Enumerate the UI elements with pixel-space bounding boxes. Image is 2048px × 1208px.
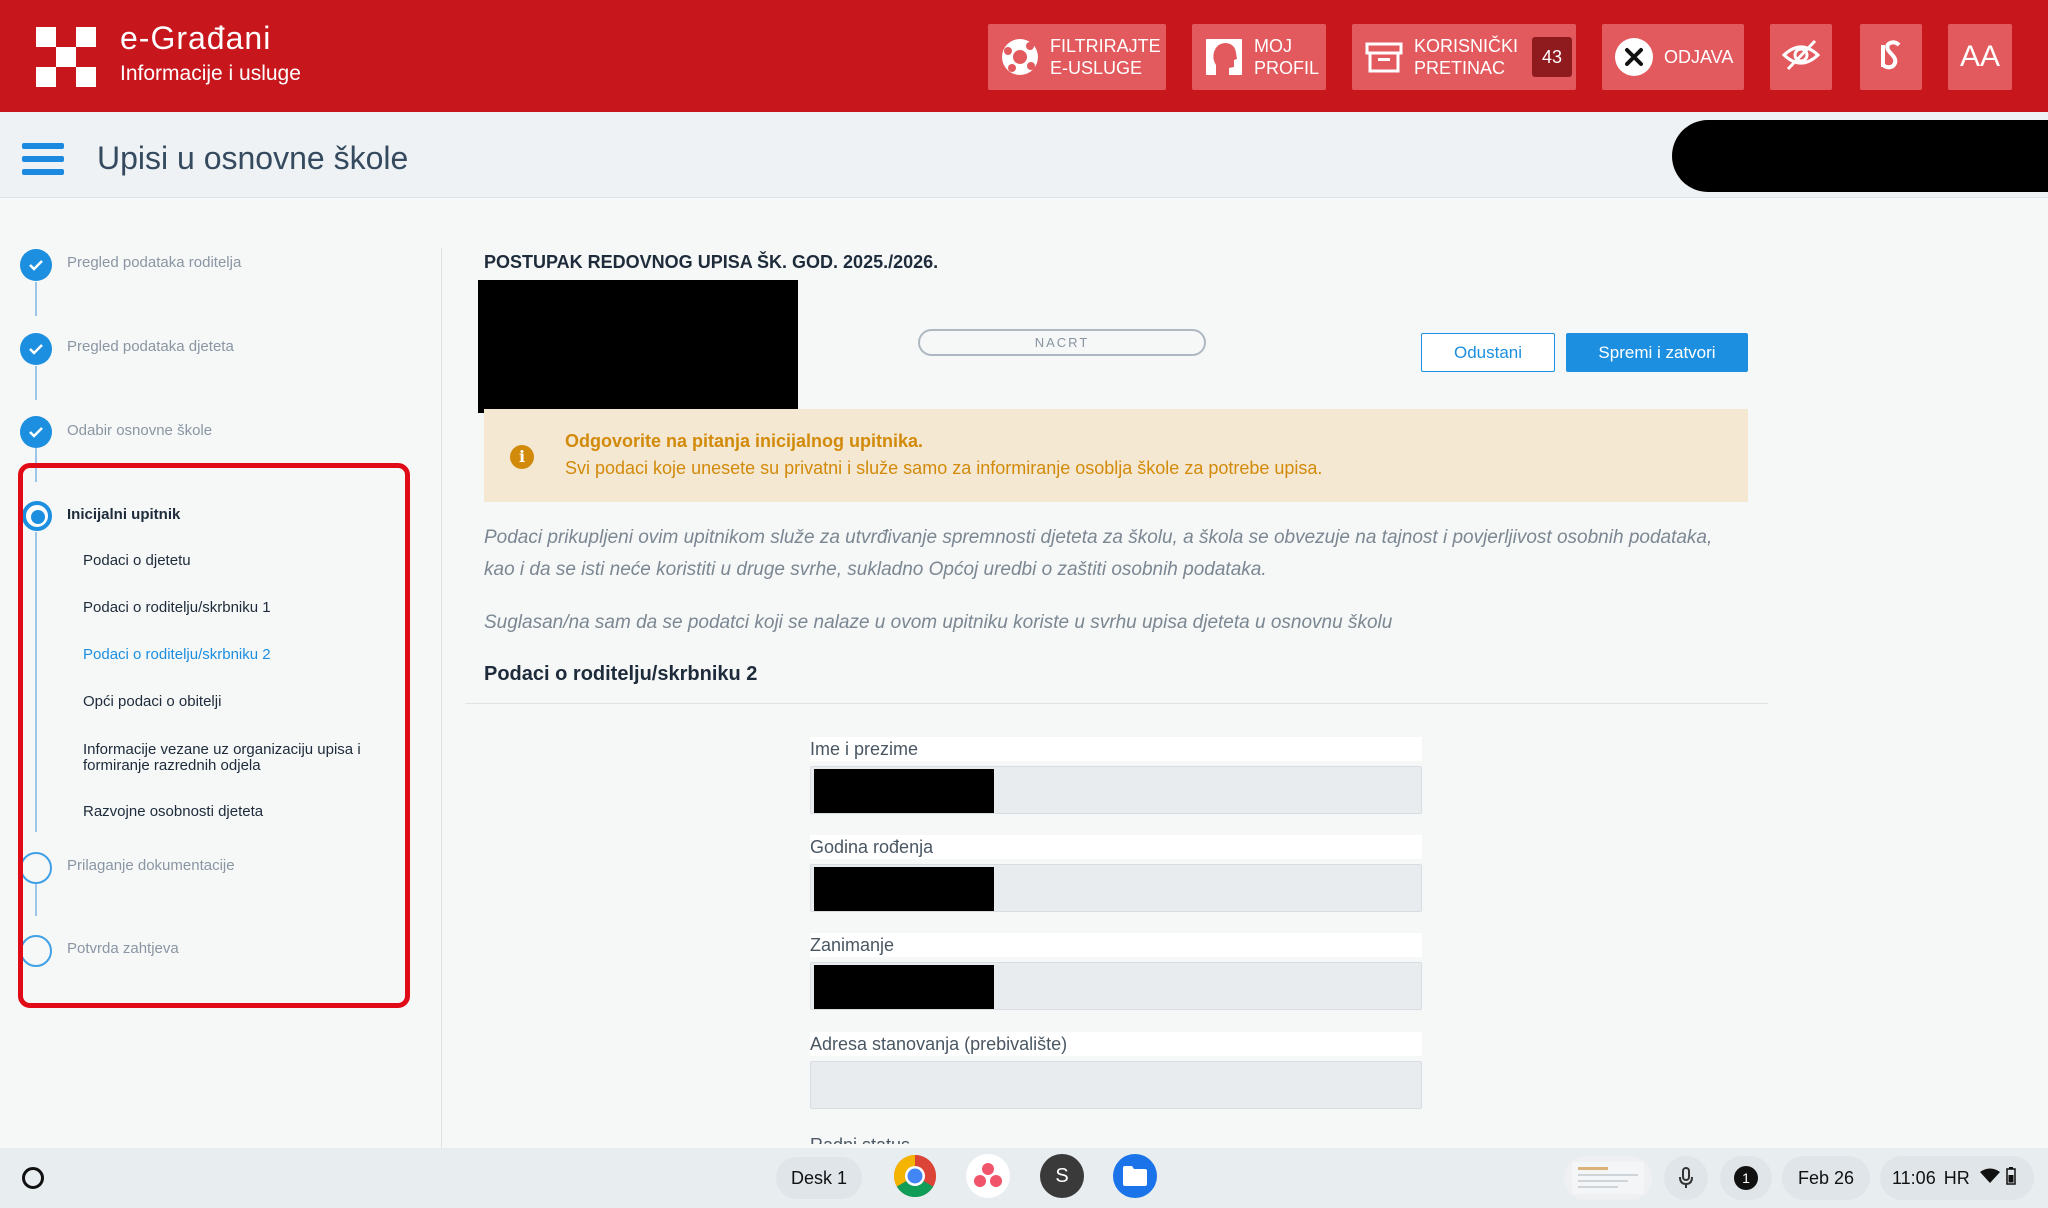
accessibility-visibility-button[interactable] <box>1770 24 1832 90</box>
launcher-icon[interactable] <box>22 1167 44 1189</box>
field-label-occupation: Zanimanje <box>810 933 1422 957</box>
font-size-icon: AA <box>1959 40 2001 73</box>
field-label-work-status: Radni status <box>810 1132 910 1144</box>
profile-head-icon <box>1202 35 1246 79</box>
full-name-field[interactable] <box>810 766 1422 814</box>
wifi-icon <box>1979 1168 2000 1189</box>
redacted-applicant-info <box>478 280 798 413</box>
steam-s-icon[interactable]: S <box>1040 1154 1084 1198</box>
redacted-value <box>814 769 994 813</box>
croatian-checkerboard-logo <box>36 27 96 87</box>
info-alert: i Odgovorite na pitanja inicijalnog upit… <box>484 409 1748 502</box>
profile-label-1: MOJ <box>1254 36 1292 56</box>
section-title: Podaci o roditelju/skrbniku 2 <box>484 663 758 685</box>
input-locale: HR <box>1943 1167 1970 1188</box>
birth-year-field[interactable] <box>810 864 1422 912</box>
date-display[interactable]: Feb 26 <box>1782 1156 1870 1200</box>
notification-tray[interactable]: 1 <box>1720 1156 1772 1200</box>
procedure-title: POSTUPAK REDOVNOG UPISA ŠK. GOD. 2025./2… <box>484 252 939 272</box>
archive-box-icon <box>1362 35 1406 79</box>
cancel-button[interactable]: Odustani <box>1421 333 1555 372</box>
chrome-icon[interactable] <box>893 1154 937 1198</box>
privacy-intro-line-2: kao i da se isti neće koristiti u druge … <box>484 559 1267 580</box>
desk-switcher[interactable]: Desk 1 <box>776 1157 862 1199</box>
step-3-done-check-icon <box>20 416 52 448</box>
occupation-field[interactable] <box>810 962 1422 1010</box>
close-circle-icon <box>1612 35 1656 79</box>
alert-text: Svi podaci koje unesete su privatni i sl… <box>565 458 1323 478</box>
user-inbox-button[interactable]: KORISNIČKI PRETINAC 43 <box>1352 24 1576 90</box>
top-header: e-Građani Informacije i usluge FILTRIRAJ… <box>0 0 2048 112</box>
step-1-done-check-icon <box>20 249 52 281</box>
sidebar-divider <box>441 248 442 1148</box>
redacted-value <box>814 867 994 911</box>
my-profile-button[interactable]: MOJ PROFIL <box>1192 24 1326 90</box>
consent-paragraph: Suglasan/na sam da se podatci koji se na… <box>484 612 1393 633</box>
step-connector <box>35 366 37 400</box>
address-field[interactable] <box>810 1061 1422 1109</box>
eye-slash-icon <box>1781 35 1821 80</box>
redacted-user-name <box>1672 120 2048 192</box>
info-circle-icon: i <box>510 445 534 469</box>
dyslexia-font-icon <box>1873 37 1909 78</box>
privacy-intro-paragraph: Podaci prikupljeni ovim upitnikom služe … <box>484 522 1754 586</box>
brand-title[interactable]: e-Građani <box>120 20 271 57</box>
status-badge: NACRT <box>918 329 1206 356</box>
step-label-parent-data[interactable]: Pregled podataka roditelja <box>67 254 241 271</box>
filter-label-1: FILTRIRAJTE <box>1050 36 1161 56</box>
section-divider <box>465 703 1768 704</box>
save-and-close-button[interactable]: Spremi i zatvori <box>1566 333 1748 372</box>
screenshot-thumbnail[interactable] <box>1564 1156 1652 1200</box>
font-size-button[interactable]: AA <box>1948 24 2012 90</box>
status-area[interactable]: 11:06 HR <box>1880 1156 2034 1200</box>
alert-title: Odgovorite na pitanja inicijalnog upitni… <box>565 431 924 451</box>
battery-icon <box>2005 1166 2016 1190</box>
field-label-address: Adresa stanovanja (prebivalište) <box>810 1032 1422 1056</box>
inbox-count-badge: 43 <box>1532 37 1573 77</box>
page-title: Upisi u osnovne škole <box>97 140 409 176</box>
inbox-label-1: KORISNIČKI <box>1414 36 1519 56</box>
step-connector <box>35 282 37 316</box>
step-label-school-choice[interactable]: Odabir osnovne škole <box>67 422 212 439</box>
filter-ball-icon <box>998 35 1042 79</box>
profile-label-2: PROFIL <box>1254 58 1320 78</box>
dyslexia-font-button[interactable] <box>1860 24 1922 90</box>
field-label-full-name: Ime i prezime <box>810 737 1422 761</box>
asana-icon[interactable] <box>966 1154 1010 1198</box>
filter-label-2: E-USLUGE <box>1050 58 1143 78</box>
inbox-label-2: PRETINAC <box>1414 58 1506 78</box>
privacy-intro-line-1: Podaci prikupljeni ovim upitnikom služe … <box>484 527 1713 548</box>
step-2-done-check-icon <box>20 333 52 365</box>
clock: 11:06 <box>1892 1167 1936 1188</box>
notification-count-badge: 1 <box>1734 1166 1758 1190</box>
step-label-child-data[interactable]: Pregled podataka djeteta <box>67 338 234 355</box>
microphone-icon[interactable] <box>1664 1156 1708 1200</box>
redacted-value <box>814 965 994 1009</box>
logout-button[interactable]: ODJAVA <box>1602 24 1744 90</box>
hamburger-menu-icon[interactable] <box>22 143 64 175</box>
files-folder-icon[interactable] <box>1113 1154 1157 1198</box>
brand-subtitle: Informacije i usluge <box>120 62 301 85</box>
logout-label: ODJAVA <box>1664 47 1734 67</box>
filter-eservices-button[interactable]: FILTRIRAJTE E-USLUGE <box>988 24 1166 90</box>
field-label-birth-year: Godina rođenja <box>810 835 1422 859</box>
highlight-annotation-frame <box>18 463 410 1008</box>
